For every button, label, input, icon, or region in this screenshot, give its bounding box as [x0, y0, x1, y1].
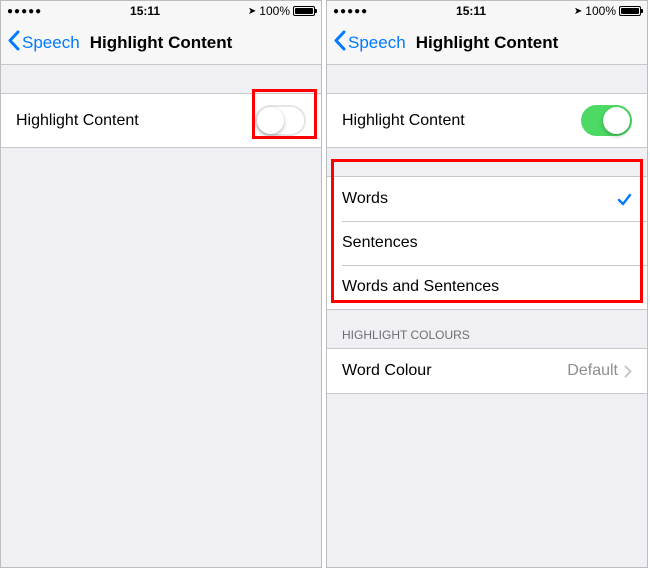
word-colour-value: Default — [567, 362, 618, 380]
highlight-content-toggle[interactable] — [581, 105, 632, 136]
back-label: Speech — [22, 33, 80, 53]
content: Highlight Content — [1, 65, 321, 567]
battery-icon — [293, 6, 315, 16]
option-sentences[interactable]: Sentences — [327, 221, 647, 265]
battery-percent: 100% — [585, 4, 616, 18]
chevron-left-icon — [333, 30, 346, 56]
location-icon: ➤ — [248, 6, 256, 17]
option-words-and-sentences[interactable]: Words and Sentences — [327, 265, 647, 309]
highlight-content-label: Highlight Content — [16, 112, 255, 130]
status-bar: ●●●●● 15:11 ➤ 100% — [1, 1, 321, 21]
nav-bar: Speech Highlight Content — [327, 21, 647, 65]
phone-right: ●●●●● 15:11 ➤ 100% Speech Highlight Cont… — [326, 0, 648, 568]
highlight-content-row: Highlight Content — [327, 94, 647, 147]
highlight-content-toggle[interactable] — [255, 105, 306, 136]
nav-bar: Speech Highlight Content — [1, 21, 321, 65]
option-label: Words — [342, 190, 617, 208]
signal-dots: ●●●●● — [7, 6, 42, 17]
chevron-right-icon — [624, 365, 632, 378]
option-label: Words and Sentences — [342, 278, 632, 296]
content: Highlight Content Words Sentences Words … — [327, 65, 647, 567]
signal-dots: ●●●●● — [333, 6, 368, 17]
status-time: 15:11 — [42, 4, 248, 18]
word-colour-row[interactable]: Word Colour Default — [327, 349, 647, 393]
battery-icon — [619, 6, 641, 16]
option-label: Sentences — [342, 234, 632, 252]
highlight-content-label: Highlight Content — [342, 112, 581, 130]
word-colour-label: Word Colour — [342, 362, 567, 380]
status-time: 15:11 — [368, 4, 574, 18]
option-words[interactable]: Words — [327, 177, 647, 221]
back-button[interactable]: Speech — [333, 30, 406, 56]
back-label: Speech — [348, 33, 406, 53]
checkmark-icon — [617, 192, 632, 207]
highlight-content-row: Highlight Content — [1, 94, 321, 147]
battery-percent: 100% — [259, 4, 290, 18]
section-header-colours: HIGHLIGHT COLOURS — [327, 328, 647, 348]
location-icon: ➤ — [574, 6, 582, 17]
chevron-left-icon — [7, 30, 20, 56]
back-button[interactable]: Speech — [7, 30, 80, 56]
phone-left: ●●●●● 15:11 ➤ 100% Speech Highlight Cont… — [0, 0, 322, 568]
status-bar: ●●●●● 15:11 ➤ 100% — [327, 1, 647, 21]
